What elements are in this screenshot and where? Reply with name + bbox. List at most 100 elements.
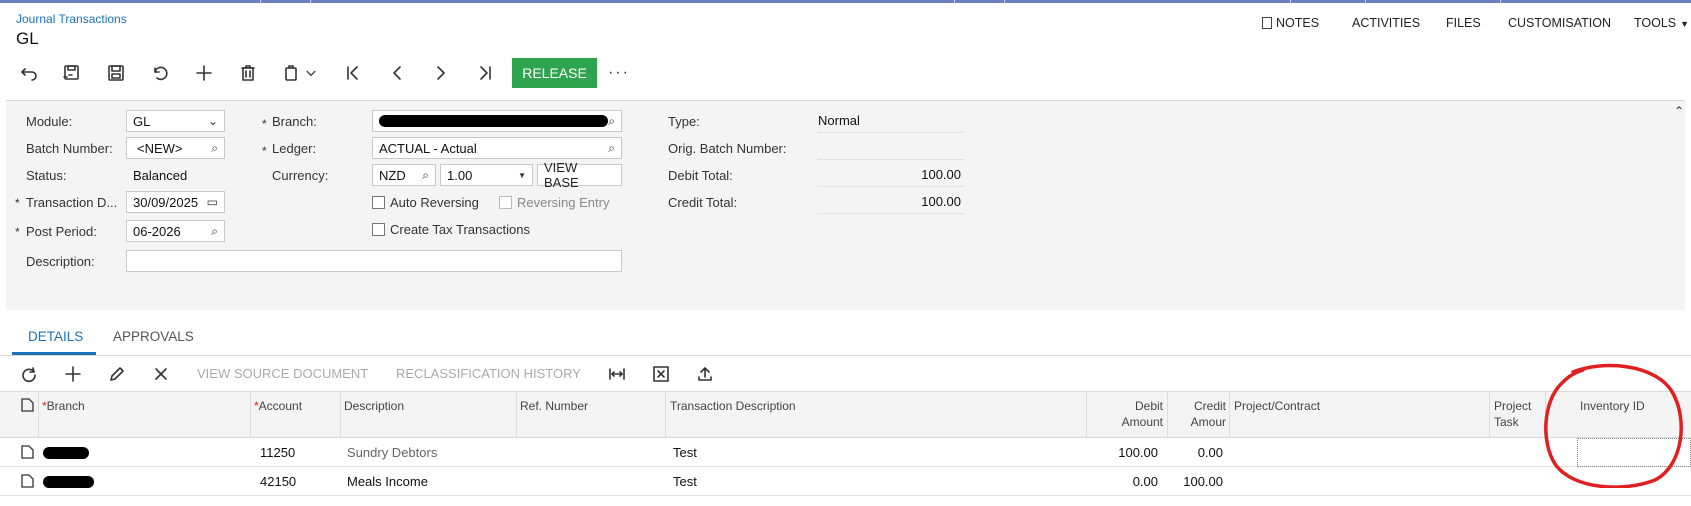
reclassification-history-button: RECLASSIFICATION HISTORY (396, 366, 581, 381)
currency-field[interactable]: NZD ⌕ (372, 164, 436, 186)
save-close-icon[interactable] (61, 62, 83, 84)
redacted-branch-cell (43, 476, 94, 488)
debit-total-value: 100.00 (818, 167, 963, 187)
description-field[interactable] (126, 250, 622, 272)
edit-icon[interactable] (106, 363, 128, 385)
view-base-button[interactable]: VIEW BASE (537, 160, 622, 190)
debit-amount-cell[interactable]: 100.00 (1090, 445, 1158, 460)
transaction-description-cell[interactable]: Test (673, 445, 697, 460)
transaction-description-cell[interactable]: Test (673, 474, 697, 489)
search-icon[interactable]: ⌕ (608, 141, 615, 156)
branch-field[interactable]: ⌕ (372, 110, 622, 132)
column-separator (250, 392, 251, 438)
column-header-branch[interactable]: *Branch (42, 398, 85, 414)
undo-icon[interactable] (18, 62, 40, 84)
rate-select[interactable]: 1.00 ▼ (440, 164, 533, 186)
description-cell: Sundry Debtors (347, 445, 438, 460)
save-icon[interactable] (105, 62, 127, 84)
activities-link[interactable]: ACTIVITIES (1352, 16, 1420, 30)
orig-batch-value (818, 140, 963, 160)
reversing-entry-label: Reversing Entry (517, 195, 610, 210)
release-button[interactable]: RELEASE (512, 58, 597, 88)
checkbox-box (499, 196, 512, 209)
upload-icon[interactable] (694, 363, 716, 385)
tab-details[interactable]: DETAILS (28, 329, 83, 344)
files-link[interactable]: FILES (1446, 16, 1481, 30)
reversing-entry-checkbox: Reversing Entry (499, 195, 609, 210)
column-separator (665, 392, 666, 438)
export-excel-icon[interactable] (650, 363, 672, 385)
column-header-project-task[interactable]: Project Task (1494, 398, 1531, 430)
account-cell[interactable]: 11250 (260, 445, 295, 460)
page-title: GL (16, 29, 39, 48)
more-actions-button[interactable]: ··· (608, 64, 630, 82)
customisation-link[interactable]: CUSTOMISATION (1508, 16, 1611, 30)
credit-amount-cell[interactable]: 100.00 (1171, 474, 1223, 489)
tools-menu[interactable]: TOOLS ▼ (1634, 16, 1689, 30)
delete-icon[interactable] (237, 62, 259, 84)
delete-row-icon[interactable] (150, 363, 172, 385)
refresh-icon[interactable] (18, 363, 40, 385)
required-marker: * (262, 117, 267, 131)
top-accent-bar (0, 0, 1691, 3)
column-header-debit-amount[interactable]: Debit Amount (1090, 398, 1163, 430)
column-header-account[interactable]: *Account (254, 398, 302, 414)
post-period-field[interactable]: 06-2026 ⌕ (126, 220, 225, 242)
ledger-field[interactable]: ACTUAL - Actual ⌕ (372, 137, 622, 159)
debit-amount-cell[interactable]: 0.00 (1090, 474, 1158, 489)
description-label: Description: (26, 254, 95, 269)
chevron-up-icon[interactable]: ⌃ (1674, 104, 1684, 118)
auto-reversing-label: Auto Reversing (390, 195, 479, 210)
search-icon[interactable]: ⌕ (211, 141, 218, 156)
checkbox-box (372, 196, 385, 209)
credit-amount-cell[interactable]: 0.00 (1171, 445, 1223, 460)
module-label: Module: (26, 114, 73, 129)
module-select[interactable]: GL ⌄ (126, 110, 225, 132)
batch-number-value: <NEW> (137, 140, 183, 156)
column-separator (340, 392, 341, 438)
document-icon[interactable] (21, 474, 34, 491)
column-header-description[interactable]: Description (344, 398, 404, 414)
notes-link[interactable]: NOTES (1262, 16, 1319, 30)
batch-number-label: Batch Number: (26, 141, 113, 156)
table-row[interactable] (0, 438, 1691, 467)
create-tax-checkbox[interactable]: Create Tax Transactions (372, 222, 530, 237)
cancel-refresh-icon[interactable] (149, 62, 171, 84)
calendar-icon[interactable]: ▭ (207, 195, 218, 209)
ledger-value: ACTUAL - Actual (379, 140, 477, 156)
first-record-icon[interactable] (342, 62, 364, 84)
description-cell: Meals Income (347, 474, 428, 489)
search-icon[interactable]: ⌕ (211, 224, 218, 239)
column-separator (38, 392, 39, 438)
chevron-down-icon[interactable] (304, 62, 318, 84)
table-row[interactable] (0, 467, 1691, 496)
batch-number-field[interactable]: <NEW> ⌕ (126, 137, 225, 159)
breadcrumb[interactable]: Journal Transactions (16, 12, 127, 26)
column-header-project-contract[interactable]: Project/Contract (1234, 398, 1320, 414)
credit-total-label: Credit Total: (668, 195, 738, 210)
last-record-icon[interactable] (474, 62, 496, 84)
tab-approvals[interactable]: APPROVALS (113, 329, 194, 344)
note-icon (1262, 17, 1272, 29)
auto-reversing-checkbox[interactable]: Auto Reversing (372, 195, 479, 210)
branch-label: Branch: (272, 114, 317, 129)
column-separator (1086, 392, 1087, 438)
column-header-credit-amount[interactable]: Credit Amour (1171, 398, 1226, 430)
add-icon[interactable] (193, 62, 215, 84)
fit-columns-icon[interactable] (606, 363, 628, 385)
transaction-date-field[interactable]: 30/09/2025 ▭ (126, 191, 225, 213)
column-header-transaction-description[interactable]: Transaction Description (670, 398, 796, 414)
column-header-ref-number[interactable]: Ref. Number (520, 398, 588, 414)
previous-record-icon[interactable] (386, 62, 408, 84)
required-marker: * (262, 144, 267, 158)
copy-paste-icon[interactable] (281, 62, 303, 84)
column-separator (1489, 392, 1490, 438)
document-icon[interactable] (21, 445, 34, 462)
search-icon[interactable]: ⌕ (608, 114, 615, 129)
search-icon[interactable]: ⌕ (422, 168, 429, 183)
add-row-icon[interactable] (62, 363, 84, 385)
annotation-circle (1544, 363, 1683, 488)
next-record-icon[interactable] (430, 62, 452, 84)
account-cell[interactable]: 42150 (260, 474, 296, 489)
orig-batch-label: Orig. Batch Number: (668, 141, 787, 156)
